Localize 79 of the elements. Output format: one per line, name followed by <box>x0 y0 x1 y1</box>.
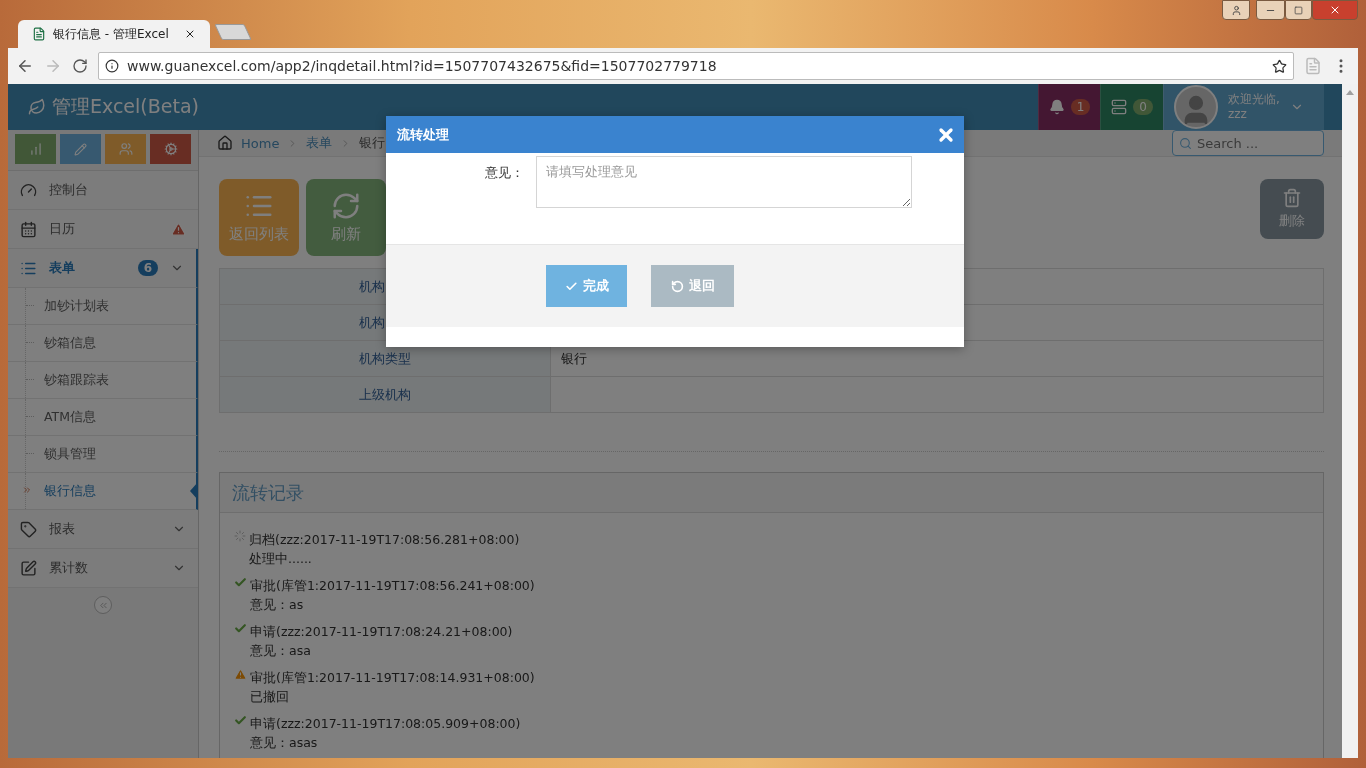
close-icon <box>1329 4 1341 16</box>
trash-icon <box>1282 188 1302 208</box>
submenu-item[interactable]: 加钞计划表 <box>8 288 198 325</box>
double-chevron-icon <box>22 485 32 495</box>
gear-icon <box>163 142 178 156</box>
check-icon <box>234 714 247 727</box>
back-icon[interactable] <box>16 57 34 75</box>
person-icon <box>1230 4 1242 16</box>
check-icon <box>564 279 578 293</box>
notifications-button[interactable]: 1 <box>1037 84 1101 130</box>
log-entry-detail: 意见：as <box>250 596 305 614</box>
panel-title: 流转记录 <box>232 480 304 505</box>
breadcrumb-link[interactable]: 表单 <box>306 134 333 152</box>
field-label: 意见： <box>484 164 525 182</box>
tab-title: 银行信息 - 管理Excel <box>53 25 170 43</box>
undo-icon <box>670 279 684 293</box>
star-icon[interactable] <box>1272 58 1287 74</box>
server-icon <box>1111 99 1128 115</box>
field-label: 上级机构 <box>220 377 551 412</box>
menu-item-icon <box>20 520 37 538</box>
minimize-button[interactable] <box>1256 0 1285 20</box>
menu-item-icon <box>20 181 37 199</box>
maximize-icon <box>1294 5 1303 15</box>
info-icon <box>105 59 119 73</box>
count-badge: 0 <box>1133 99 1153 115</box>
leaf-icon <box>28 98 46 116</box>
menu-item-icon <box>20 220 37 238</box>
field-value: 银行 <box>560 349 588 368</box>
settings-shortcut[interactable] <box>150 134 191 164</box>
submenu-item[interactable]: 银行信息 <box>8 473 198 510</box>
log-entry-title: 申请(zzz:2017-11-19T17:08:05.909+08:00) <box>250 715 521 733</box>
log-entry-detail: 已撤回 <box>250 688 290 706</box>
log-entry-title: 审批(库管1:2017-11-19T17:08:56.241+08:00) <box>250 577 535 595</box>
dialog-title: 流转处理 <box>397 125 449 144</box>
brand-title: 管理Excel(Beta) <box>52 94 199 119</box>
submenu-item[interactable]: 钞箱信息 <box>8 325 198 362</box>
submenu-item[interactable]: ATM信息 <box>8 399 198 436</box>
log-entry-title: 归档(zzz:2017-11-19T17:08:56.281+08:00) <box>249 531 520 549</box>
maximize-button[interactable] <box>1285 0 1312 20</box>
active-indicator <box>190 482 198 500</box>
bell-icon <box>1048 99 1065 115</box>
submenu-item[interactable]: 钞箱跟踪表 <box>8 362 198 399</box>
field-label: 机构类型 <box>220 341 551 376</box>
reload-icon[interactable] <box>72 58 88 74</box>
new-tab-button[interactable] <box>214 24 252 40</box>
breadcrumb-link[interactable]: 银行 <box>359 134 386 152</box>
check-icon <box>234 576 247 589</box>
log-entry-title: 申请(zzz:2017-11-19T17:08:24.21+08:00) <box>250 623 513 641</box>
search-icon <box>1179 137 1192 150</box>
count-badge: 6 <box>137 260 158 276</box>
search-field[interactable]: Search ... <box>1172 130 1324 156</box>
breadcrumb-link[interactable]: Home <box>241 135 280 151</box>
users-icon <box>118 142 133 156</box>
log-entry-title: 审批(库管1:2017-11-19T17:08:14.931+08:00) <box>250 669 535 687</box>
loading-icon <box>234 530 246 542</box>
browser-tab[interactable]: 银行信息 - 管理Excel <box>18 20 210 48</box>
pencil-icon <box>74 142 87 156</box>
menu-item-icon <box>20 559 37 577</box>
welcome-text: 欢迎光临, <box>1228 92 1280 107</box>
count-badge: 1 <box>1070 99 1091 115</box>
user-menu[interactable]: 欢迎光临, zzz <box>1163 84 1324 130</box>
confirm-button[interactable]: 完成 <box>546 265 627 307</box>
close-icon[interactable] <box>184 28 196 40</box>
return-button[interactable]: 退回 <box>651 265 734 307</box>
warning-icon <box>234 668 247 681</box>
signal-icon <box>28 142 43 156</box>
messages-button[interactable]: 0 <box>1100 84 1163 130</box>
home-icon <box>217 135 233 151</box>
address-bar[interactable]: www.guanexcel.com/app2/inqdetail.html?id=1507707432675&fid=1507702779718 <box>98 52 1294 80</box>
log-entry-detail: 意见：asas <box>250 734 319 752</box>
sidebar-item[interactable]: 表单 6 <box>8 249 198 288</box>
log-entry-detail: 处理中...... <box>249 550 313 568</box>
profile-button[interactable] <box>1222 0 1250 20</box>
log-entry-detail: 意见：asa <box>250 642 312 660</box>
url-text: www.guanexcel.com/app2/inqdetail.html?id=1507707432675&fid=1507702779718 <box>127 58 718 74</box>
submenu-item[interactable]: 锁具管理 <box>8 436 198 473</box>
check-icon <box>234 622 247 635</box>
user-name: zzz <box>1228 107 1248 122</box>
comment-field[interactable]: 请填写处理意见 <box>536 156 912 208</box>
